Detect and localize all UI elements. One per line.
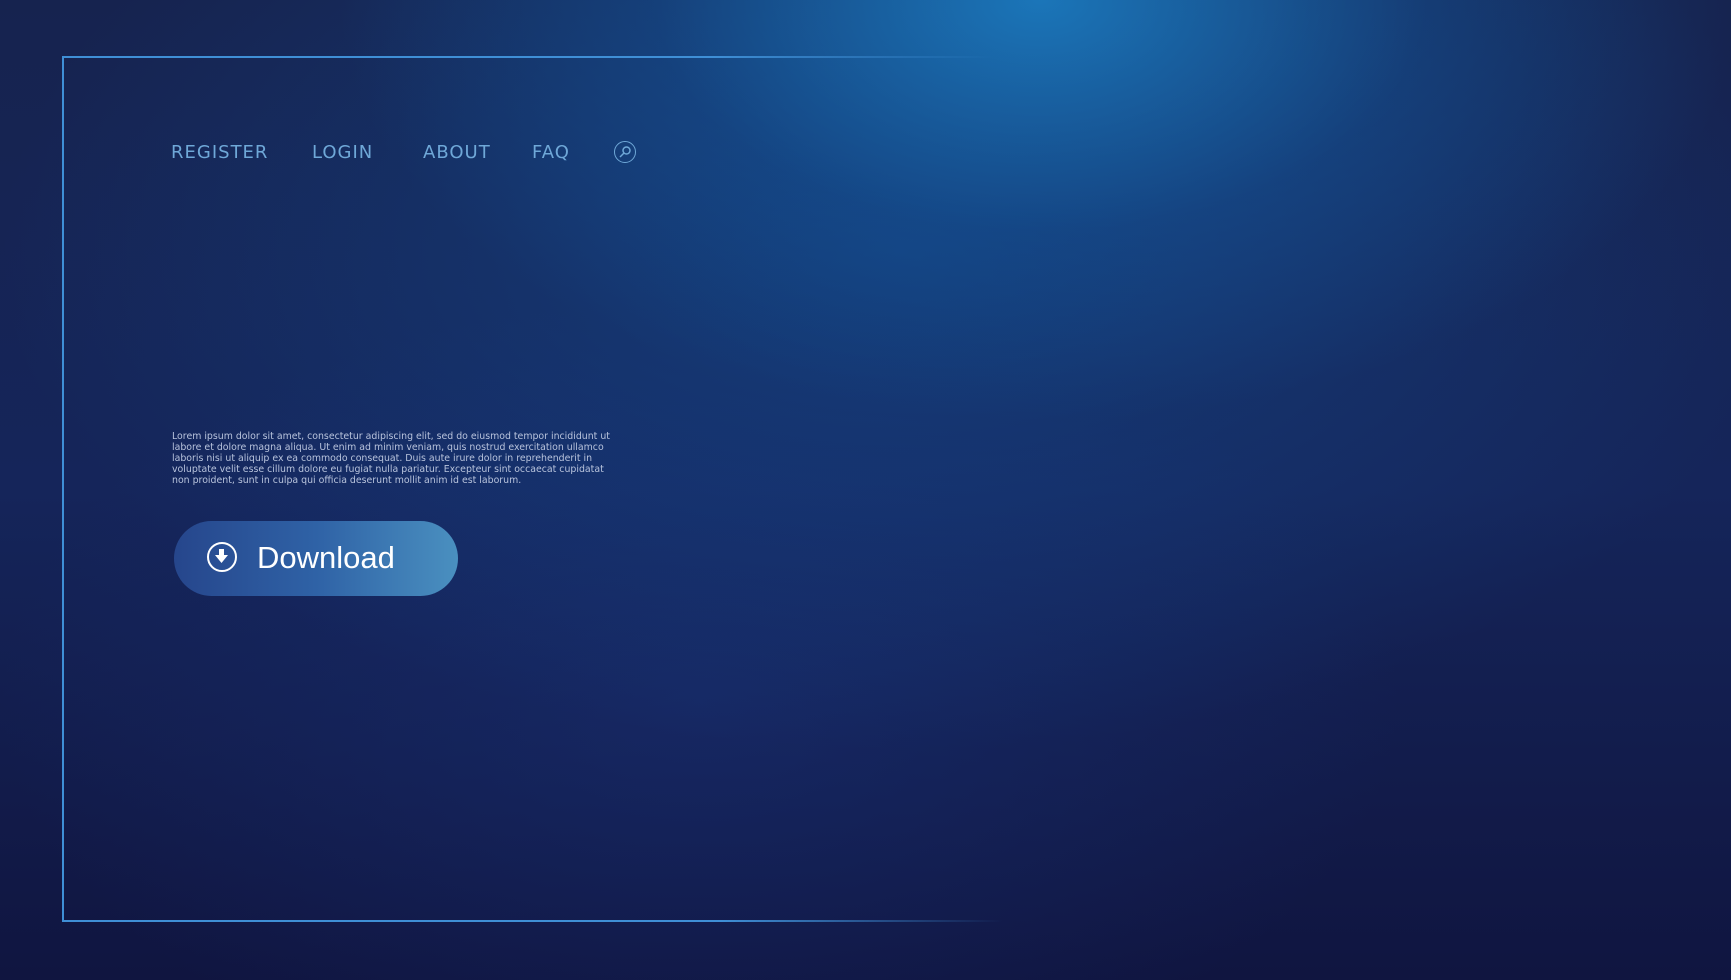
- nav-faq[interactable]: FAQ: [532, 141, 570, 165]
- download-button[interactable]: Download: [174, 521, 458, 596]
- frame-border-top: [63, 56, 993, 58]
- nav-about[interactable]: ABOUT: [423, 141, 491, 165]
- download-label: Download: [257, 540, 395, 575]
- nav-register[interactable]: REGISTER: [171, 141, 268, 165]
- nav-login[interactable]: LOGIN: [312, 141, 373, 165]
- frame-border-left: [62, 56, 64, 922]
- hero-body-text: Lorem ipsum dolor sit amet, consectetur …: [172, 431, 610, 487]
- download-circle-icon: [207, 542, 237, 572]
- frame-border-bottom: [63, 920, 1003, 922]
- search-icon[interactable]: [614, 141, 636, 163]
